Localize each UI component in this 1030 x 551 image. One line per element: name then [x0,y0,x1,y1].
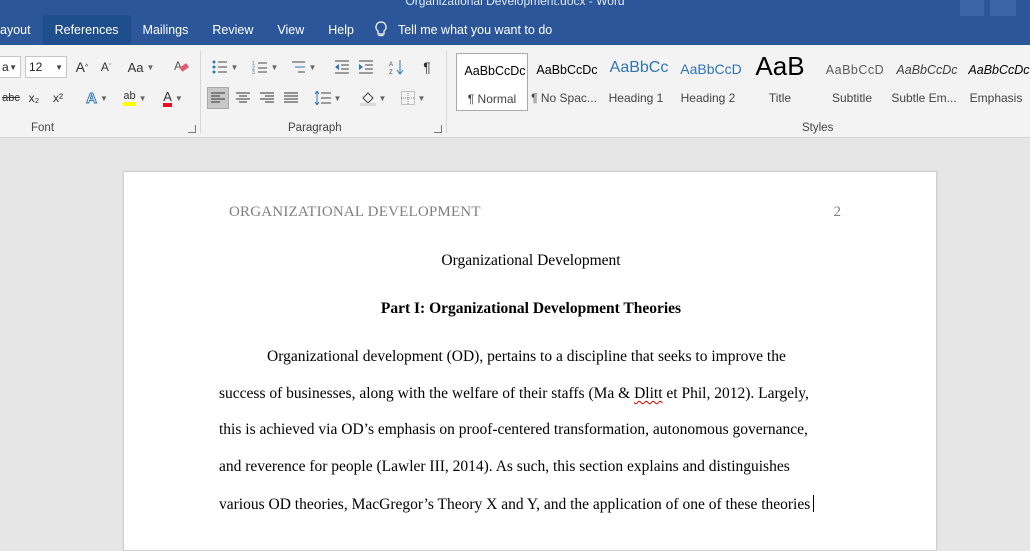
style-normal[interactable]: AaBbCcDc ¶ Normal [456,53,528,111]
align-center-icon [236,92,250,103]
window-control[interactable] [960,0,984,16]
svg-text:A: A [174,59,182,73]
spelling-error[interactable]: Dlitt [634,385,662,402]
eraser-icon: A [173,58,189,77]
align-left-icon [211,92,225,103]
center-button[interactable] [232,87,254,109]
tab-view[interactable]: View [265,15,316,45]
page-number: 2 [833,204,842,220]
style-emphasis[interactable]: AaBbCcDc Emphasis [960,53,1030,111]
tab-layout[interactable]: ayout [0,15,43,45]
body-line: this is achieved via OD’s emphasis on pr… [219,421,808,438]
font-size-box[interactable]: 12 ▼ [25,56,67,78]
shrink-font-button[interactable]: Aˇ [96,56,116,78]
line-spacing-button[interactable]: ▼ [312,87,344,109]
paint-bucket-icon [359,92,376,106]
borders-icon [400,91,415,105]
style-no-spacing[interactable]: AaBbCcDc ¶ No Spac... [528,53,600,111]
tab-mailings[interactable]: Mailings [131,15,201,45]
grow-font-button[interactable]: A ^ [72,56,92,78]
styles-group-label: Styles [802,122,834,134]
body-line: success of businesses, along with the we… [219,385,809,402]
style-subtitle[interactable]: AaBbCcD Subtitle [816,53,888,111]
decrease-indent-button[interactable] [331,56,353,78]
text-cursor [813,495,815,512]
font-color-button[interactable]: A ▼ [156,87,190,109]
font-name-box[interactable]: a ▼ [0,56,21,78]
body-line: Organizational development (OD), pertain… [267,348,786,365]
align-right-icon [260,92,274,103]
decrease-indent-icon [335,60,349,74]
svg-text:Z: Z [389,70,393,75]
strikethrough-button[interactable]: abc [0,87,22,109]
bullets-icon [212,60,227,74]
change-case-button[interactable]: Aa ▼ [124,56,158,78]
multilevel-list-icon [291,61,305,73]
clear-formatting-button[interactable]: A [170,56,192,78]
text-effects-button[interactable]: A ▼ [80,87,114,109]
style-heading-1[interactable]: AaBbCc Heading 1 [600,53,672,111]
group-divider [446,51,447,133]
highlight-color-button[interactable]: ab ▼ [118,87,152,109]
justify-icon [284,92,298,103]
numbering-button[interactable]: 1 2 3 ▼ [249,56,281,78]
tab-help[interactable]: Help [316,15,366,45]
styles-gallery: AaBbCcDc ¶ Normal AaBbCcDc ¶ No Spac... … [456,53,1030,111]
shading-button[interactable]: ▼ [356,87,390,109]
sort-button[interactable]: AZ [386,56,408,78]
window-title: Organizational Development.docx - Word [405,0,625,8]
style-title[interactable]: AaB Title [744,53,816,111]
section-heading: Part I: Organizational Development Theor… [380,300,682,317]
sort-icon: AZ [389,60,404,75]
ribbon-tabs: ayout References Mailings Review View He… [0,15,564,45]
font-group-label: Font [31,122,55,134]
paragraph-group-label: Paragraph [288,122,342,134]
style-subtle-emphasis[interactable]: AaBbCcDc Subtle Em... [888,53,960,111]
ribbon: a ▼ 12 ▼ A ^ Aˇ Aa ▼ A abc x₂ x² A ▼ ab ▼ A ▼ F… [0,45,1030,138]
show-formatting-marks-button[interactable]: ¶ [416,56,438,78]
body-line: various OD theories, MacGregor’s Theory … [219,495,815,514]
highlighter-icon: ab [123,90,136,106]
document-page[interactable]: ORGANIZATIONAL DEVELOPMENT 2 Organizatio… [123,171,937,551]
increase-indent-button[interactable] [355,56,377,78]
svg-text:3: 3 [252,70,255,74]
group-divider [200,51,201,133]
line-spacing-icon [314,91,331,105]
running-head: ORGANIZATIONAL DEVELOPMENT [229,204,481,220]
subscript-button[interactable]: x₂ [24,87,44,109]
lightbulb-icon [372,20,390,40]
align-right-button[interactable] [256,87,278,109]
body-line: and reverence for people (Lawler III, 20… [219,458,790,475]
bullets-button[interactable]: ▼ [209,56,241,78]
multilevel-list-button[interactable]: ▼ [287,56,319,78]
document-title: Organizational Development [441,252,621,269]
paragraph-dialog-launcher[interactable] [434,125,442,133]
superscript-button[interactable]: x² [48,87,68,109]
svg-text:A: A [389,62,393,68]
tab-references[interactable]: References [42,15,131,45]
tell-me-search[interactable]: Tell me what you want to do [366,15,564,45]
increase-indent-icon [359,60,373,74]
numbering-icon: 123 [252,61,267,74]
borders-button[interactable]: ▼ [396,87,430,109]
font-dialog-launcher[interactable] [188,125,196,133]
justify-button[interactable] [280,87,302,109]
window-control[interactable] [990,0,1016,16]
tab-review[interactable]: Review [200,15,265,45]
align-left-button[interactable] [207,87,229,109]
title-bar: Organizational Development.docx - Word a… [0,0,1030,45]
style-heading-2[interactable]: AaBbCcD Heading 2 [672,53,744,111]
